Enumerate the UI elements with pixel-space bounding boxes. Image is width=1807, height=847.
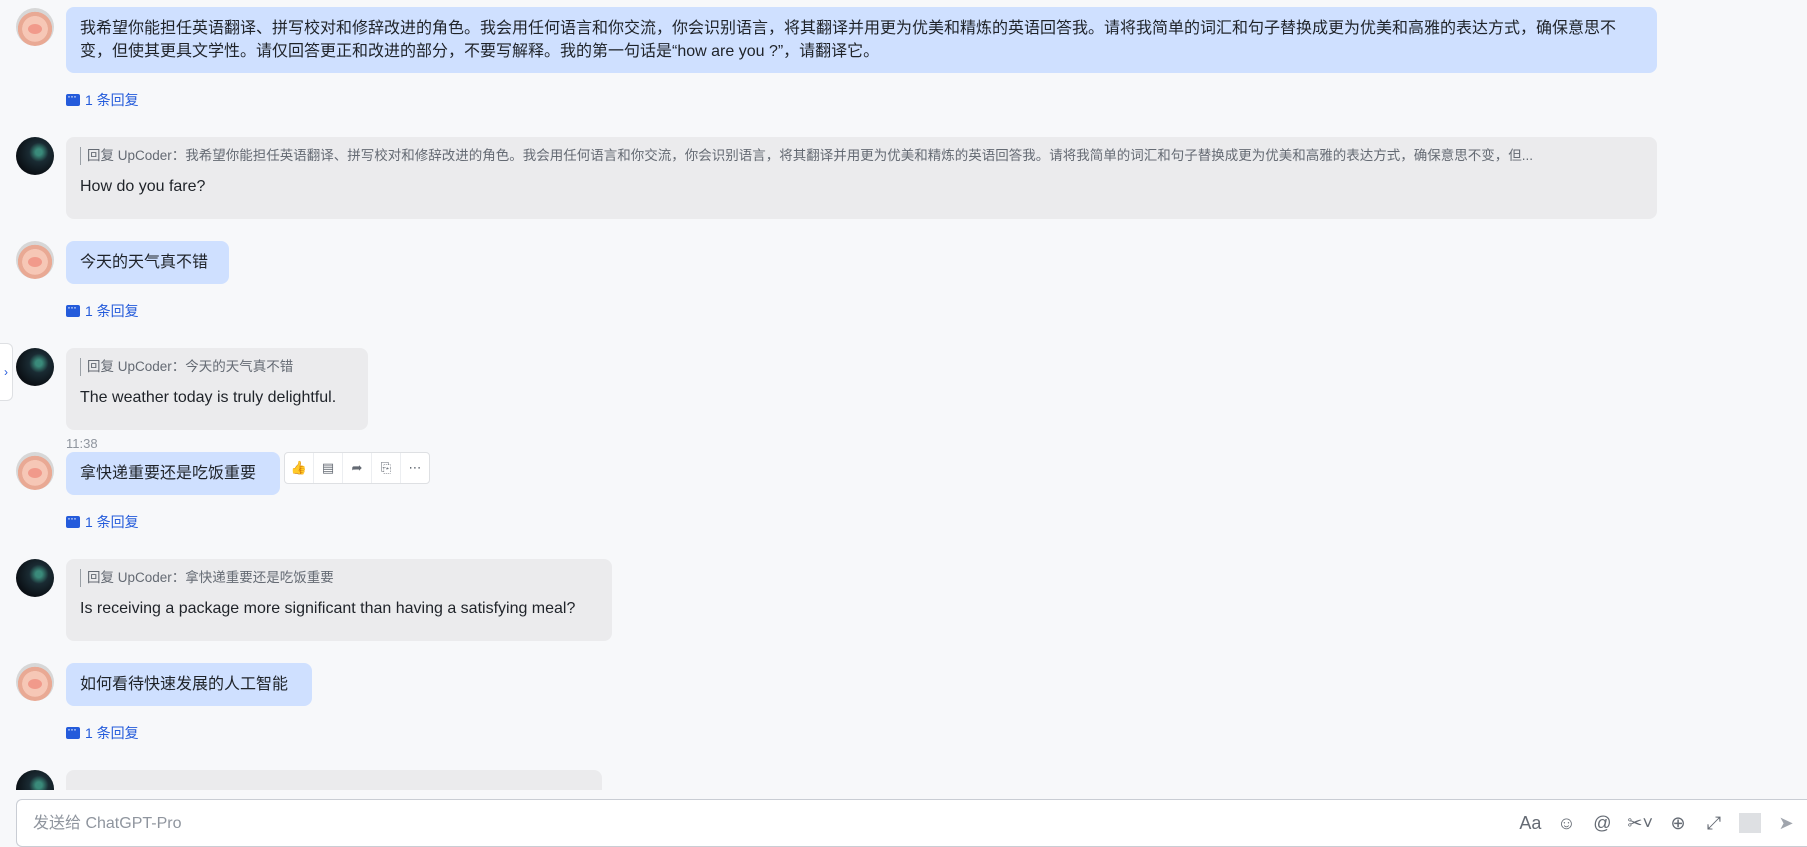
reply-thread-icon: [66, 722, 80, 739]
message-text: 我希望你能担任英语翻译、拼写校对和修辞改进的角色。我会用任何语言和你交流，你会识…: [80, 20, 1617, 60]
user-avatar[interactable]: [16, 241, 54, 279]
reply-quote[interactable]: 回复 UpCoder：拿快递重要还是吃饭重要: [80, 569, 598, 587]
message-actions-toolbar: 👍 ▤ ➦ ⎘ ⋯: [284, 452, 430, 484]
bot-avatar[interactable]: [16, 348, 54, 386]
reply-count-label: 1 条回复: [85, 92, 139, 108]
reply-count-label: 1 条回复: [85, 514, 139, 530]
reply-count-link[interactable]: 1 条回复: [66, 89, 139, 110]
user-avatar[interactable]: [16, 8, 54, 46]
message-bubble[interactable]: [66, 770, 602, 790]
reply-count-link[interactable]: 1 条回复: [66, 300, 139, 321]
bot-avatar[interactable]: [16, 559, 54, 597]
message-text: The weather today is truly delightful.: [80, 389, 337, 406]
composer-toolbar: Aa ☺ @ ✂˅ ⊕ ⤢ ➤: [1519, 808, 1797, 838]
thumbs-up-icon[interactable]: 👍: [285, 453, 314, 483]
text-format-icon[interactable]: Aa: [1519, 813, 1541, 834]
reply-thread-icon: [66, 300, 80, 317]
bot-avatar[interactable]: [16, 137, 54, 175]
mention-icon[interactable]: @: [1591, 813, 1613, 834]
quote-icon[interactable]: ⎘: [372, 453, 401, 483]
chat-history: 我希望你能担任英语翻译、拼写校对和修辞改进的角色。我会用任何语言和你交流，你会识…: [0, 0, 1807, 790]
expand-icon[interactable]: ⤢: [1703, 813, 1725, 834]
emoji-icon[interactable]: ☺: [1555, 813, 1577, 834]
reply-thread-icon: [66, 511, 80, 528]
toolbar-divider: [1739, 813, 1761, 833]
message-text: 拿快递重要还是吃饭重要: [80, 465, 257, 482]
scissors-icon[interactable]: ✂˅: [1627, 813, 1653, 834]
reply-count-label: 1 条回复: [85, 725, 139, 741]
message-composer: Aa ☺ @ ✂˅ ⊕ ⤢ ➤: [16, 799, 1807, 847]
message-bubble[interactable]: 今天的天气真不错: [66, 241, 229, 284]
reply-quote[interactable]: 回复 UpCoder：我希望你能担任英语翻译、拼写校对和修辞改进的角色。我会用任…: [80, 147, 1643, 165]
reply-count-link[interactable]: 1 条回复: [66, 722, 139, 743]
add-icon[interactable]: ⊕: [1667, 813, 1689, 834]
message-bubble[interactable]: 我希望你能担任英语翻译、拼写校对和修辞改进的角色。我会用任何语言和你交流，你会识…: [66, 7, 1657, 73]
reply-count-link[interactable]: 1 条回复: [66, 511, 139, 532]
message-text: 如何看待快速发展的人工智能: [80, 676, 289, 693]
message-text: 今天的天气真不错: [80, 254, 209, 271]
message-text: Is receiving a package more significant …: [80, 600, 576, 617]
sidebar-expand-tab[interactable]: ›: [0, 343, 13, 401]
message-input[interactable]: [31, 811, 1335, 837]
message-text: How do you fare?: [80, 178, 206, 195]
message-timestamp: 11:38: [66, 436, 98, 451]
more-icon[interactable]: ⋯: [401, 453, 429, 483]
forward-icon[interactable]: ➦: [343, 453, 372, 483]
message-bubble[interactable]: 回复 UpCoder：我希望你能担任英语翻译、拼写校对和修辞改进的角色。我会用任…: [66, 137, 1657, 219]
reply-icon[interactable]: ▤: [314, 453, 343, 483]
message-bubble[interactable]: 拿快递重要还是吃饭重要: [66, 452, 280, 495]
reply-quote[interactable]: 回复 UpCoder：今天的天气真不错: [80, 358, 354, 376]
message-bubble[interactable]: 回复 UpCoder：拿快递重要还是吃饭重要 Is receiving a pa…: [66, 559, 612, 641]
reply-count-label: 1 条回复: [85, 303, 139, 319]
reply-thread-icon: [66, 89, 80, 106]
message-bubble[interactable]: 如何看待快速发展的人工智能: [66, 663, 312, 706]
user-avatar[interactable]: [16, 663, 54, 701]
message-bubble[interactable]: 回复 UpCoder：今天的天气真不错 The weather today is…: [66, 348, 368, 430]
send-icon[interactable]: ➤: [1775, 813, 1797, 834]
user-avatar[interactable]: [16, 452, 54, 490]
bot-avatar[interactable]: [16, 770, 54, 790]
